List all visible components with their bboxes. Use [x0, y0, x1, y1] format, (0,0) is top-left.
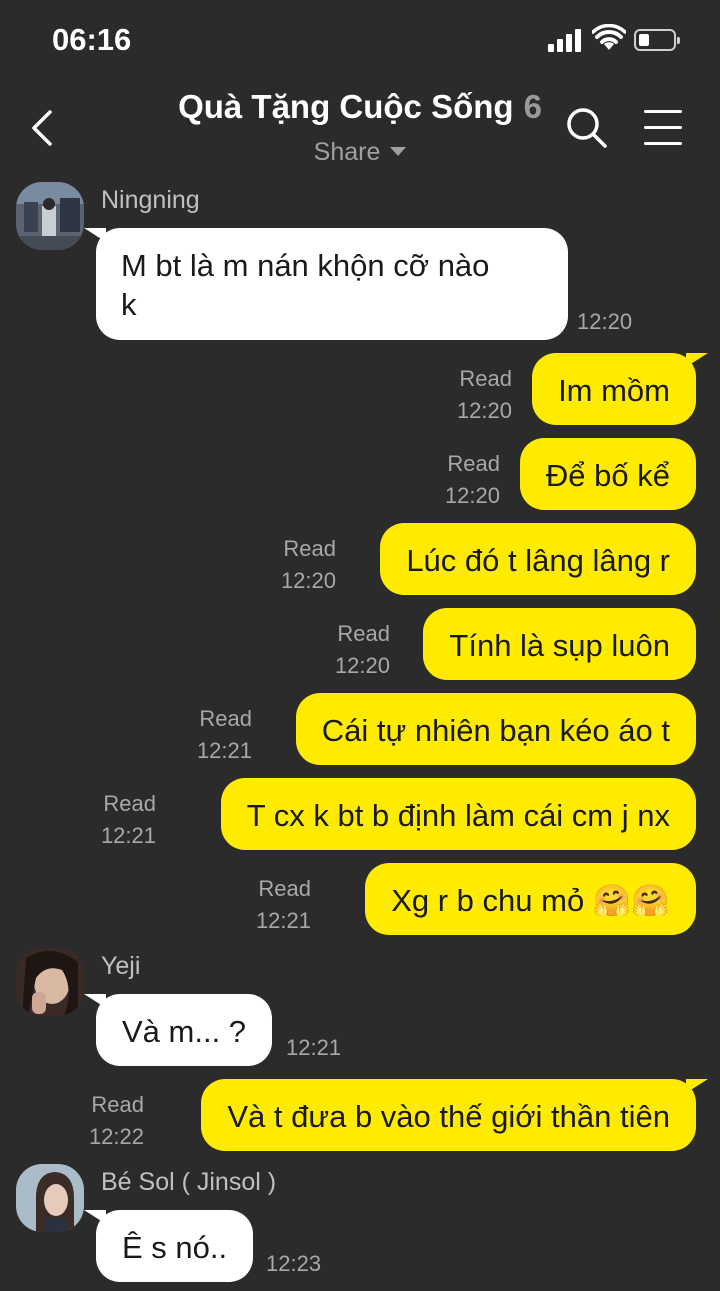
message-bubble-incoming[interactable]: M bt là m nán khộn cỡ nào k [84, 228, 568, 340]
sender-name: Yeji [101, 952, 141, 980]
message-time: 12:20 [456, 398, 512, 423]
message-text: Im mồm [558, 373, 670, 408]
chevron-down-icon [390, 146, 407, 156]
avatar-be-sol[interactable] [16, 1164, 84, 1232]
menu-icon[interactable] [644, 108, 682, 146]
message-text: Để bố kể [545, 458, 670, 493]
message-time: 12:20 [577, 309, 633, 334]
message-meta: Read 12:20 [445, 448, 500, 512]
message-bubble-incoming[interactable]: Và m... ? [83, 994, 273, 1066]
message-bubble-outgoing[interactable]: Im mồm [532, 353, 708, 425]
message-bubble-outgoing[interactable]: Cái tự nhiên bạn kéo áo t [295, 693, 696, 765]
status-time: 06:16 [52, 22, 132, 57]
chat-title-text: Quà Tặng Cuộc Sống [178, 88, 514, 125]
message-text: Ê s nó.. [122, 1230, 228, 1265]
message-time: 12:21 [286, 1035, 342, 1060]
read-receipt: Read [459, 366, 512, 391]
message-text: Và t đưa b vào thế giới thần tiên [227, 1099, 670, 1134]
message-text: Và m... ? [122, 1014, 247, 1049]
sender-name: Ningning [101, 186, 200, 214]
status-bar: 06:16 [0, 0, 720, 80]
message-meta: Read 12:21 [197, 703, 252, 767]
message-meta: Read 12:20 [335, 618, 390, 682]
message-bubble-outgoing[interactable]: Và t đưa b vào thế giới thần tiên [201, 1079, 708, 1151]
read-receipt: Read [337, 621, 390, 646]
read-receipt: Read [283, 536, 336, 561]
message-time: 12:21 [196, 738, 252, 763]
message-meta: Read 12:21 [101, 788, 156, 852]
read-receipt: Read [103, 791, 156, 816]
message-bubble-outgoing[interactable]: T cx k bt b định làm cái cm j nx [220, 778, 696, 850]
signal-icon [548, 28, 584, 52]
message-text: M bt là m nán khộn cỡ nào [121, 248, 490, 283]
share-label: Share [313, 138, 381, 166]
read-receipt: Read [447, 451, 500, 476]
avatar-ningning[interactable] [16, 182, 84, 250]
message-text: Lúc đó t lâng lâng r [406, 543, 670, 578]
message-time: 12:20 [280, 568, 336, 593]
message-time: 12:22 [88, 1124, 144, 1149]
read-receipt: Read [91, 1092, 144, 1117]
wifi-icon [592, 24, 626, 50]
chat-title: Quà Tặng Cuộc Sống 6 [0, 88, 720, 126]
message-meta: Read 12:22 [89, 1089, 144, 1153]
message-bubble-outgoing[interactable]: Xg r b chu mỏ 🤗🤗 [365, 863, 696, 935]
message-bubble-outgoing[interactable]: Lúc đó t lâng lâng r [380, 523, 696, 595]
message-time: 12:23 [266, 1251, 322, 1276]
message-bubble-outgoing[interactable]: Để bố kể [519, 438, 696, 510]
share-dropdown[interactable]: Share [0, 138, 720, 167]
search-icon[interactable] [565, 106, 609, 150]
message-text: Tính là sụp luôn [449, 628, 670, 663]
message-text: Cái tự nhiên bạn kéo áo t [321, 713, 670, 748]
member-count: 6 [523, 88, 542, 125]
message-bubble-incoming[interactable]: Ê s nó.. [83, 1210, 254, 1282]
message-text: Xg r b chu mỏ 🤗🤗 [391, 883, 670, 918]
sender-name: Bé Sol ( Jinsol ) [101, 1168, 277, 1196]
message-time: 12:21 [100, 823, 156, 848]
avatar-yeji[interactable] [16, 948, 84, 1016]
message-meta: Read 12:20 [457, 363, 512, 427]
message-time: 12:20 [334, 653, 390, 678]
message-bubble-outgoing[interactable]: Tính là sụp luôn [423, 608, 696, 680]
battery-icon [634, 29, 680, 51]
message-time: 12:20 [444, 483, 500, 508]
message-time: 12:21 [255, 908, 311, 933]
message-text: k [121, 287, 137, 322]
read-receipt: Read [199, 706, 252, 731]
read-receipt: Read [258, 876, 311, 901]
message-text: T cx k bt b định làm cái cm j nx [246, 798, 670, 833]
message-meta: Read 12:20 [281, 533, 336, 597]
message-meta: Read 12:21 [256, 873, 311, 937]
